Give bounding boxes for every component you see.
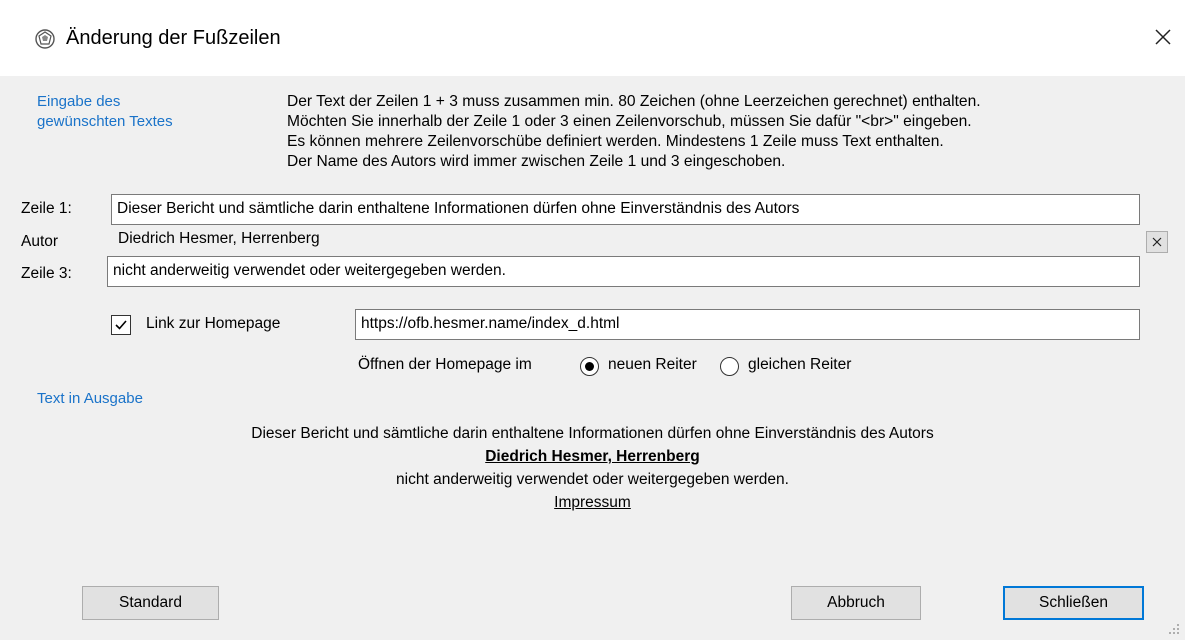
radio-same-tab[interactable] — [720, 357, 739, 376]
window-title: Änderung der Fußzeilen — [66, 27, 281, 49]
hint-line: Möchten Sie innerhalb der Zeile 1 oder 3… — [287, 113, 972, 130]
app-emblem-icon — [33, 27, 57, 51]
footer-edit-dialog: Änderung der Fußzeilen Eingabe des gewün… — [0, 0, 1185, 640]
line1-input[interactable]: Dieser Bericht und sämtliche darin entha… — [111, 194, 1140, 225]
preview-line3: nicht anderweitig verwendet oder weiterg… — [396, 471, 789, 488]
radio-new-tab[interactable] — [580, 357, 599, 376]
homepage-url-input[interactable]: https://ofb.hesmer.name/index_d.html — [355, 309, 1140, 340]
input-section-label: Eingabe des gewünschten Textes — [37, 93, 173, 130]
homepage-link-label[interactable]: Link zur Homepage — [146, 315, 280, 333]
radio-same-tab-label[interactable]: gleichen Reiter — [748, 356, 851, 374]
cancel-button[interactable]: Abbruch — [791, 586, 921, 620]
output-section-label: Text in Ausgabe — [37, 390, 143, 407]
radio-selected-dot — [585, 362, 594, 371]
preview-author-link[interactable]: Diedrich Hesmer, Herrenberg — [485, 448, 700, 465]
preview-author: Diedrich Hesmer, Herrenberg — [0, 447, 1185, 467]
author-value: Diedrich Hesmer, Herrenberg — [118, 230, 320, 247]
clear-author-button[interactable] — [1146, 231, 1168, 253]
preview-line1: Dieser Bericht und sämtliche darin entha… — [251, 425, 934, 442]
checkmark-icon — [115, 320, 127, 330]
homepage-link-checkbox[interactable] — [111, 315, 131, 335]
close-icon[interactable] — [1146, 20, 1180, 54]
impressum-link[interactable]: Impressum — [554, 494, 631, 511]
line1-label: Zeile 1: — [21, 200, 72, 217]
input-hint-text: Der Text der Zeilen 1 + 3 muss zusammen … — [287, 92, 1167, 172]
title-bar[interactable]: Änderung der Fußzeilen — [0, 0, 1185, 76]
open-homepage-label: Öffnen der Homepage im — [358, 356, 532, 373]
radio-new-tab-label[interactable]: neuen Reiter — [608, 356, 697, 374]
hint-line: Es können mehrere Zeilenvorschübe defini… — [287, 133, 944, 150]
preview-impressum: Impressum — [0, 493, 1185, 513]
line3-input[interactable]: nicht anderweitig verwendet oder weiterg… — [107, 256, 1140, 287]
line3-label: Zeile 3: — [21, 265, 72, 282]
close-button[interactable]: Schließen — [1003, 586, 1144, 620]
hint-line: Der Name des Autors wird immer zwischen … — [287, 153, 786, 170]
hint-line: Der Text der Zeilen 1 + 3 muss zusammen … — [287, 93, 981, 110]
standard-button[interactable]: Standard — [82, 586, 219, 620]
author-label: Autor — [21, 233, 59, 250]
resize-grip-icon[interactable] — [1167, 622, 1181, 636]
close-icon — [1152, 237, 1162, 247]
